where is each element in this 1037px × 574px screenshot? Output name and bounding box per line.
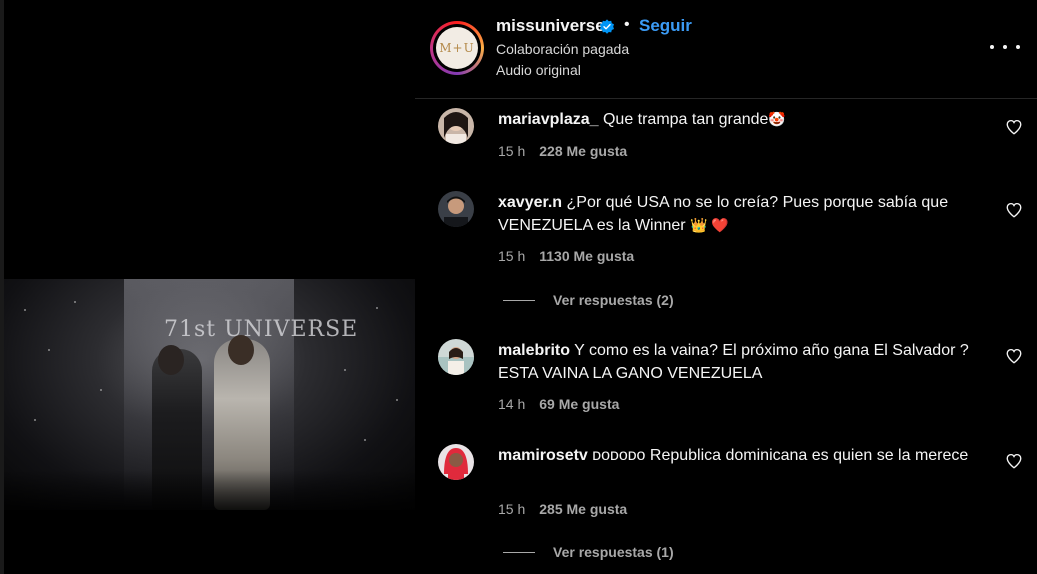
audio-label[interactable]: Audio original: [496, 62, 581, 78]
background-sparkle: [344, 369, 346, 371]
profile-avatar[interactable]: M+U: [430, 21, 484, 75]
comment-text: xavyer.n ¿Por qué USA no se lo creía? Pu…: [498, 191, 998, 237]
comment-likes[interactable]: 228 Me gusta: [539, 143, 627, 159]
background-sparkle: [364, 439, 366, 441]
more-options-icon[interactable]: [990, 37, 1020, 57]
background-sparkle: [396, 399, 398, 401]
heart-icon[interactable]: [1005, 347, 1023, 365]
video-floor-shadow: [4, 470, 415, 510]
post-username[interactable]: missuniverse: [496, 16, 605, 36]
comment-time[interactable]: 14 h: [498, 396, 525, 412]
comment-likes[interactable]: 285 Me gusta: [539, 501, 627, 517]
media-pane: 71st UNIVERSE: [0, 0, 415, 574]
comment-text: mariavplaza_ Que trampa tan grande🤡: [498, 108, 998, 131]
replies-divider: [503, 299, 535, 301]
comment-username[interactable]: malebrito: [498, 342, 570, 359]
background-sparkle: [24, 309, 26, 311]
post-header: M+U missuniverse • Seguir Colaboración p…: [415, 0, 1037, 99]
video-overlay-logo: 71st UNIVERSE: [164, 317, 359, 342]
comment-body: Que trampa tan grande: [602, 111, 769, 128]
comment-time[interactable]: 15 h: [498, 248, 525, 264]
comment-emoji: 🤡: [768, 111, 786, 127]
comment-meta: 15 h 285 Me gusta: [498, 501, 627, 517]
more-dot: [990, 45, 994, 49]
comment-meta: 15 h 228 Me gusta: [498, 143, 627, 159]
view-replies-label[interactable]: Ver respuestas (1): [553, 544, 674, 560]
figure-head: [228, 335, 254, 365]
comment-emoji: 👑 ❤️: [690, 217, 729, 233]
replies-divider: [503, 551, 535, 553]
comment-time[interactable]: 15 h: [498, 501, 525, 517]
separator-dot: •: [624, 16, 630, 33]
comment-username[interactable]: mariavplaza_: [498, 111, 599, 128]
heart-icon[interactable]: [1005, 452, 1023, 470]
comment-likes[interactable]: 1130 Me gusta: [539, 248, 634, 264]
heart-icon[interactable]: [1005, 118, 1023, 136]
comment-body: ᴅᴏᴅᴏᴅᴏ Republica dominicana es quien se …: [592, 447, 969, 464]
comment-username[interactable]: mamirosetv: [498, 447, 588, 464]
commenter-avatar[interactable]: [438, 191, 474, 227]
view-replies-label[interactable]: Ver respuestas (2): [553, 292, 674, 308]
comment-likes[interactable]: 69 Me gusta: [539, 396, 619, 412]
comment-text: malebrito Y como es la vaina? El próximo…: [498, 339, 998, 385]
heart-icon[interactable]: [1005, 201, 1023, 219]
avatar-inner: M+U: [433, 24, 481, 72]
comment-meta: 14 h 69 Me gusta: [498, 396, 619, 412]
view-replies-button[interactable]: Ver respuestas (1): [503, 544, 674, 560]
comment-text: mamirosetv ᴅᴏᴅᴏᴅᴏ Republica dominicana e…: [498, 444, 998, 467]
paid-partnership-label[interactable]: Colaboración pagada: [496, 41, 629, 57]
follow-button[interactable]: Seguir: [639, 16, 692, 36]
background-sparkle: [48, 349, 50, 351]
commenter-avatar[interactable]: [438, 444, 474, 480]
commenter-avatar[interactable]: [438, 108, 474, 144]
commenter-avatar[interactable]: [438, 339, 474, 375]
background-sparkle: [34, 419, 36, 421]
background-sparkle: [100, 389, 102, 391]
comments-pane: M+U missuniverse • Seguir Colaboración p…: [415, 0, 1037, 574]
avatar-logo: M+U: [436, 27, 478, 69]
background-sparkle: [74, 301, 76, 303]
comment-meta: 15 h 1130 Me gusta: [498, 248, 634, 264]
view-replies-button[interactable]: Ver respuestas (2): [503, 292, 674, 308]
comment-username[interactable]: xavyer.n: [498, 194, 562, 211]
verified-badge-icon: [600, 19, 614, 34]
more-dot: [1003, 45, 1007, 49]
comment-time[interactable]: 15 h: [498, 143, 525, 159]
more-dot: [1016, 45, 1020, 49]
figure-head: [158, 345, 184, 375]
post-video[interactable]: 71st UNIVERSE: [4, 279, 415, 510]
background-sparkle: [376, 307, 378, 309]
